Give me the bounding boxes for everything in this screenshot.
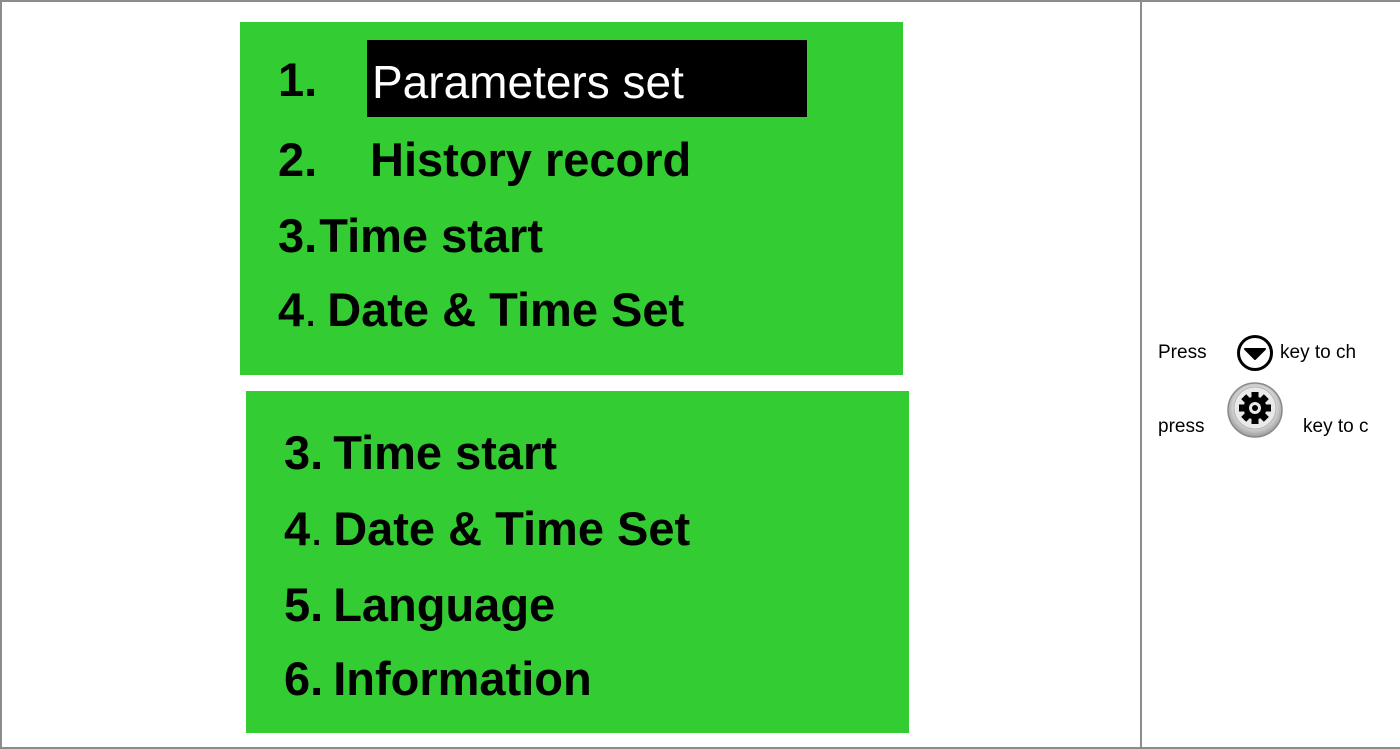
- menu-item-2-label: History record: [370, 133, 692, 186]
- menu-item-number: 1.: [278, 53, 318, 106]
- lcd-screen-main-menu: 1. Parameters set 2. History record 3.Ti…: [240, 22, 903, 375]
- menu-item-1: 1.: [278, 56, 317, 103]
- lcd-screen-scrolled-menu: 3. Time start 4. Date & Time Set 5. Languag…: [246, 391, 909, 733]
- menu-item-3: 3.Time start: [284, 426, 557, 479]
- menu-item-6: 6. Information: [284, 652, 592, 705]
- gear-key-icon: [1227, 382, 1283, 438]
- instruction-line-2-suffix: key to c: [1303, 416, 1369, 437]
- menu-item-number: 2.: [278, 133, 318, 186]
- menu-item-4: 4. Date & Time Set: [284, 502, 691, 555]
- menu-item-5: 5. Language: [284, 578, 556, 631]
- menu-item-1-label: Parameters set: [372, 56, 684, 108]
- instruction-line-1-prefix: Press: [1158, 342, 1207, 363]
- menu-item-4: 4. Date & Time Set: [278, 283, 685, 336]
- instruction-line-2-prefix: press: [1158, 416, 1205, 437]
- instruction-line-1-suffix: key to ch: [1280, 342, 1357, 363]
- menu-item-3: 3.Time start: [278, 209, 543, 262]
- menu-item-2: 2.: [278, 136, 317, 183]
- column-divider: [1140, 0, 1142, 749]
- down-arrow-key-icon: [1237, 335, 1273, 371]
